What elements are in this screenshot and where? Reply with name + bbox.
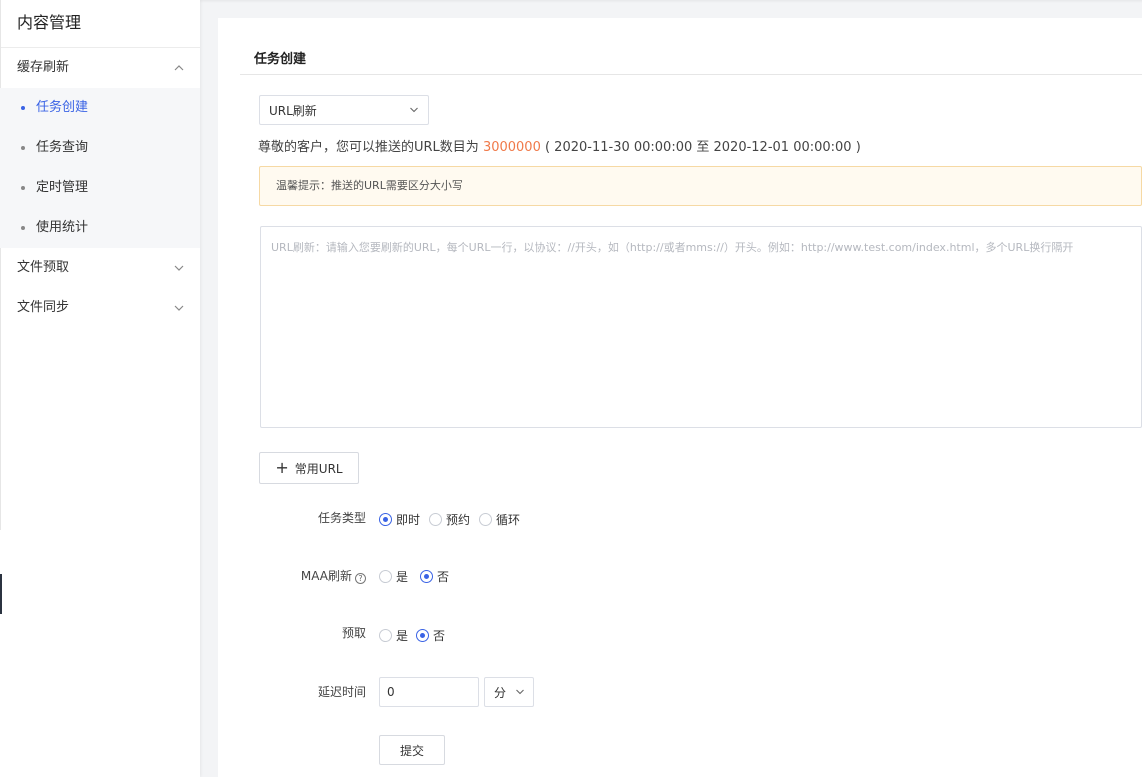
maa-refresh-group: 是 否 (379, 568, 458, 585)
menu-head-label: 文件同步 (17, 300, 70, 315)
submit-label: 提交 (399, 743, 424, 758)
chevron-down-icon (409, 105, 419, 115)
menu-group-cache-refresh: 缓存刷新 任务创建 任务查询 定时管理 使用统计 (0, 48, 200, 248)
sidebar-item-label: 任务查询 (36, 140, 89, 155)
radio-label: 是 (396, 629, 409, 643)
menu-head-cache-refresh[interactable]: 缓存刷新 (0, 48, 200, 88)
delay-input[interactable] (379, 677, 479, 707)
radio-label: 否 (437, 570, 450, 584)
menu-head-file-prefetch[interactable]: 文件预取 (0, 248, 200, 288)
sidebar: 内容管理 缓存刷新 任务创建 任务查询 定时管理 使用统计 文件预取 文件同步 (0, 0, 200, 777)
sidebar-item-label: 任务创建 (36, 100, 89, 115)
sidebar-item-usage-stats[interactable]: 使用统计 (0, 208, 200, 248)
task-type-cycle-radio[interactable]: 循环 (479, 511, 520, 528)
bullet-icon (21, 146, 25, 150)
bullet-icon (21, 106, 25, 110)
chevron-up-icon (172, 48, 186, 88)
chevron-down-icon (515, 687, 525, 697)
radio-label: 是 (396, 570, 409, 584)
chevron-down-icon (172, 288, 186, 328)
maa-refresh-yes-radio[interactable]: 是 (379, 568, 408, 585)
maa-refresh-no-radio[interactable]: 否 (420, 568, 449, 585)
delay-unit-select[interactable]: 分 (484, 677, 534, 707)
page-title: 任务创建 (254, 52, 307, 67)
url-input[interactable] (260, 226, 1142, 428)
radio-label: 否 (433, 629, 446, 643)
task-type-instant-radio[interactable]: 即时 (379, 511, 420, 528)
refresh-type-select[interactable]: URL刷新 (259, 95, 429, 125)
sidebar-item-task-query[interactable]: 任务查询 (0, 128, 200, 168)
radio-label: 即时 (396, 513, 421, 527)
delay-unit-value: 分 (494, 685, 507, 700)
menu-head-file-sync[interactable]: 文件同步 (0, 288, 200, 328)
bullet-icon (21, 226, 25, 230)
radio-checked-icon (420, 570, 434, 583)
maa-refresh-label: MAA刷新? (218, 567, 366, 584)
task-type-group: 即时 预约 循环 (379, 511, 529, 528)
task-type-scheduled-radio[interactable]: 预约 (429, 511, 470, 528)
prefetch-group: 是 否 (379, 627, 454, 644)
radio-label: 循环 (496, 513, 521, 527)
maa-refresh-label-text: MAA刷新 (300, 569, 352, 583)
task-type-label: 任务类型 (317, 511, 366, 525)
sidebar-item-label: 使用统计 (36, 220, 89, 235)
plus-icon: + (275, 458, 289, 477)
submit-button[interactable]: 提交 (379, 735, 445, 765)
radio-unchecked-icon (379, 570, 392, 583)
radio-checked-icon (379, 513, 392, 526)
sidebar-item-task-create[interactable]: 任务创建 (0, 88, 200, 128)
top-shadow (200, 0, 1142, 3)
main-panel: 任务创建 URL刷新 尊敬的客户，您可以推送的URL数目为 3000000 ( … (218, 18, 1142, 777)
bullet-icon (21, 186, 25, 190)
radio-checked-icon (416, 629, 430, 642)
prefetch-yes-radio[interactable]: 是 (379, 627, 408, 644)
title-divider (240, 74, 1142, 75)
radio-unchecked-icon (429, 513, 443, 526)
menu-group-file-prefetch: 文件预取 (0, 248, 200, 288)
chevron-down-icon (172, 248, 186, 288)
sidebar-title: 内容管理 (0, 0, 200, 48)
common-url-label: 常用URL (294, 461, 343, 476)
menu-head-label: 缓存刷新 (17, 60, 70, 75)
quota-notice: 尊敬的客户，您可以推送的URL数目为 3000000 ( 2020-11-30 … (258, 136, 861, 155)
menu-group-file-sync: 文件同步 (0, 288, 200, 328)
prefetch-label: 预取 (341, 626, 366, 640)
quota-notice-prefix: 尊敬的客户，您可以推送的URL数目为 (258, 140, 483, 155)
radio-unchecked-icon (379, 629, 392, 642)
prefetch-no-radio[interactable]: 否 (416, 627, 445, 644)
sidebar-item-label: 定时管理 (36, 180, 89, 195)
submenu-cache-refresh: 任务创建 任务查询 定时管理 使用统计 (0, 88, 200, 248)
warning-tip: 温馨提示：推送的URL需要区分大小写 (259, 166, 1142, 206)
refresh-type-value: URL刷新 (269, 103, 317, 118)
delay-label: 延迟时间 (317, 685, 366, 699)
sidebar-edge-marker (0, 574, 2, 614)
radio-unchecked-icon (479, 513, 493, 526)
quota-period: ( 2020-11-30 00:00:00 至 2020-12-01 00:00… (540, 140, 861, 155)
menu-head-label: 文件预取 (17, 260, 70, 275)
question-circle-icon[interactable]: ? (355, 573, 366, 584)
quota-count: 3000000 (482, 140, 541, 155)
radio-label: 预约 (446, 513, 471, 527)
common-url-button[interactable]: + 常用URL (259, 452, 359, 484)
sidebar-item-schedule-manage[interactable]: 定时管理 (0, 168, 200, 208)
